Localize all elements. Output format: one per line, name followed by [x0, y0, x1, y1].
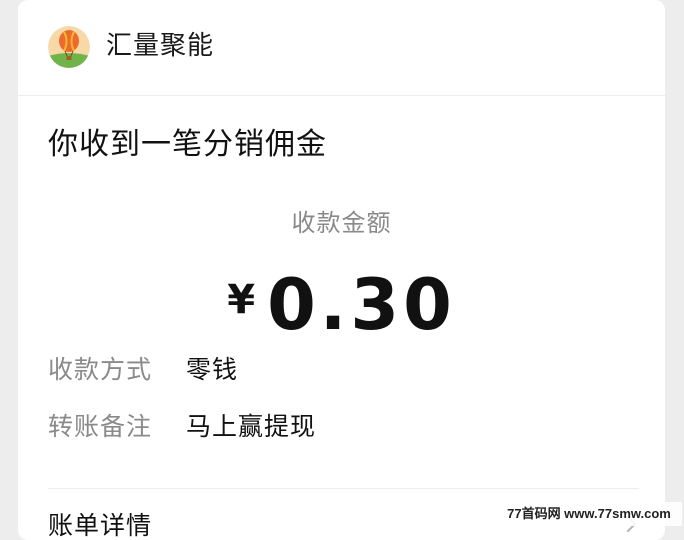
bill-details-link[interactable]: 账单详情: [48, 508, 152, 540]
currency-symbol: ¥: [227, 277, 256, 323]
app-name: 汇量聚能: [106, 31, 215, 61]
detail-value: 马上赢提现: [186, 412, 317, 441]
detail-row-transfer-note: 转账备注 马上赢提现: [48, 409, 316, 445]
amount-value: ¥0.30: [18, 258, 665, 366]
message-title: 你收到一笔分销佣金: [48, 127, 327, 162]
amount-label: 收款金额: [291, 209, 392, 237]
hot-air-balloon-icon: [48, 26, 90, 68]
notification-card[interactable]: 汇量聚能 你收到一笔分销佣金 收款金额 ¥0.30 收款方式 零钱 转账备注 马上赢…: [18, 0, 665, 540]
detail-key: 收款方式: [48, 355, 153, 384]
app-avatar[interactable]: [48, 26, 90, 68]
detail-key: 转账备注: [48, 412, 153, 441]
divider: [48, 488, 639, 489]
watermark: 77首码网 www.77smw.com: [496, 502, 682, 526]
detail-row-payment-method: 收款方式 零钱: [48, 352, 238, 388]
card-header[interactable]: 汇量聚能: [18, 0, 665, 96]
amount-number: 0.30: [267, 264, 456, 346]
detail-value: 零钱: [186, 355, 239, 384]
